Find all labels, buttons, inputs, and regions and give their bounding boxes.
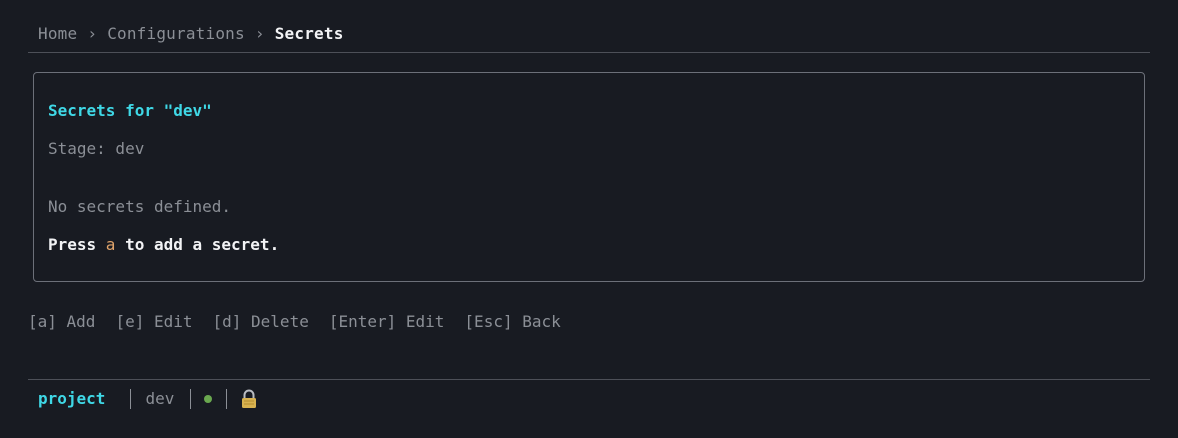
status-divider [28, 379, 1150, 380]
hint-suffix: to add a secret. [115, 235, 280, 254]
status-dot-icon [204, 395, 213, 403]
status-separator [130, 389, 132, 409]
status-stage: dev [145, 389, 175, 408]
keybinding-bar: [a] Add [e] Edit [d] Delete [Enter] Edit [Es… [28, 311, 581, 333]
breadcrumb-separator: › [254, 24, 265, 43]
edit-shortcut[interactable]: [e] Edit [115, 312, 192, 331]
hint-key: a [105, 235, 116, 254]
status-project: project [38, 389, 106, 408]
secrets-panel: Secrets for "dev" Stage: dev No secrets … [33, 72, 1145, 282]
breadcrumb-home[interactable]: Home [38, 24, 77, 43]
breadcrumb-configurations[interactable]: Configurations [107, 24, 245, 43]
status-separator [226, 389, 228, 409]
hint-prefix: Press [48, 235, 106, 254]
stage-label: Stage: dev [48, 139, 145, 158]
status-separator [190, 389, 192, 409]
status-bar: project dev [38, 388, 258, 410]
delete-shortcut[interactable]: [d] Delete [213, 312, 309, 331]
enter-edit-shortcut[interactable]: [Enter] Edit [329, 312, 445, 331]
breadcrumb: Home › Configurations › Secrets [38, 22, 344, 46]
empty-state-message: No secrets defined. [48, 197, 232, 216]
add-shortcut[interactable]: [a] Add [28, 312, 95, 331]
breadcrumb-separator: › [87, 24, 98, 43]
panel-title: Secrets for "dev" [48, 101, 212, 120]
header-divider [28, 52, 1150, 53]
lock-icon [240, 389, 258, 409]
back-shortcut[interactable]: [Esc] Back [464, 312, 560, 331]
breadcrumb-secrets: Secrets [274, 24, 344, 43]
add-secret-hint: Press a to add a secret. [48, 234, 279, 256]
